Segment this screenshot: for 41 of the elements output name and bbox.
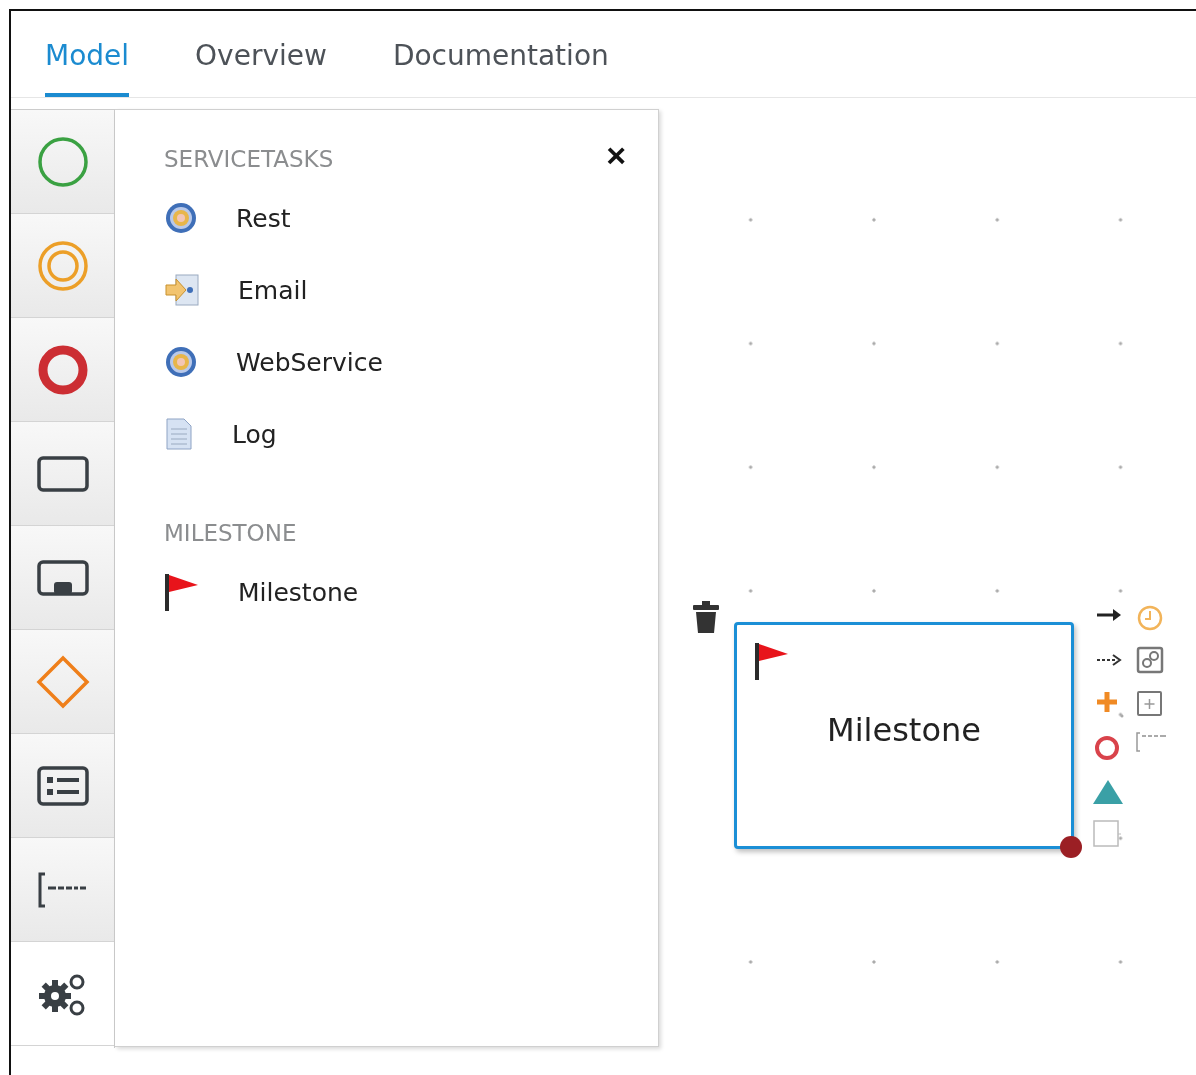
palette-item[interactable]: Rest bbox=[236, 203, 291, 233]
milestone-node[interactable]: Milestone bbox=[734, 622, 1074, 849]
circle-icon bbox=[36, 135, 89, 188]
double-circle-icon bbox=[36, 239, 89, 292]
document-icon bbox=[164, 417, 194, 451]
palette-item[interactable]: Milestone bbox=[238, 577, 359, 607]
rectangle-icon bbox=[36, 455, 89, 492]
node-label: Milestone bbox=[826, 711, 982, 749]
toolbar-button[interactable] bbox=[11, 734, 114, 838]
section-title: SERVICETASKS bbox=[164, 146, 335, 172]
annotation-icon bbox=[36, 871, 89, 908]
arrow-icon[interactable] bbox=[1096, 607, 1122, 623]
list-icon bbox=[36, 765, 89, 806]
toolbar-button[interactable] bbox=[11, 318, 114, 422]
tab[interactable]: Model bbox=[45, 11, 130, 97]
flag-icon bbox=[754, 641, 790, 681]
close-button[interactable]: × bbox=[606, 138, 626, 172]
annotation-icon[interactable] bbox=[1136, 731, 1168, 753]
circle-icon[interactable] bbox=[1094, 735, 1120, 761]
tab[interactable]: Documentation bbox=[392, 11, 609, 97]
thick-circle-icon bbox=[36, 343, 89, 396]
link-box-icon[interactable] bbox=[1136, 646, 1164, 674]
diamond-icon bbox=[35, 654, 90, 709]
arrow-document-icon bbox=[164, 273, 200, 307]
plus-box-icon[interactable] bbox=[1136, 690, 1164, 718]
gear-icon bbox=[164, 345, 198, 379]
palette-item[interactable]: Email bbox=[238, 275, 308, 305]
plus-icon[interactable] bbox=[1095, 690, 1125, 720]
gear-icon bbox=[164, 201, 198, 235]
tab[interactable]: Overview bbox=[195, 11, 327, 97]
trash-icon[interactable] bbox=[693, 601, 719, 633]
resize-handle[interactable] bbox=[1059, 835, 1083, 859]
toolbar-button[interactable] bbox=[11, 526, 114, 630]
subprocess-icon bbox=[36, 559, 89, 596]
flag-icon bbox=[164, 572, 200, 612]
palette-item[interactable]: WebService bbox=[236, 347, 383, 377]
section-title: MILESTONE bbox=[164, 520, 298, 546]
triangle-icon[interactable] bbox=[1092, 779, 1124, 805]
dashed-arrow-icon[interactable] bbox=[1096, 652, 1122, 668]
toolbar-button[interactable] bbox=[11, 422, 114, 526]
palette-item[interactable]: Log bbox=[232, 419, 277, 449]
